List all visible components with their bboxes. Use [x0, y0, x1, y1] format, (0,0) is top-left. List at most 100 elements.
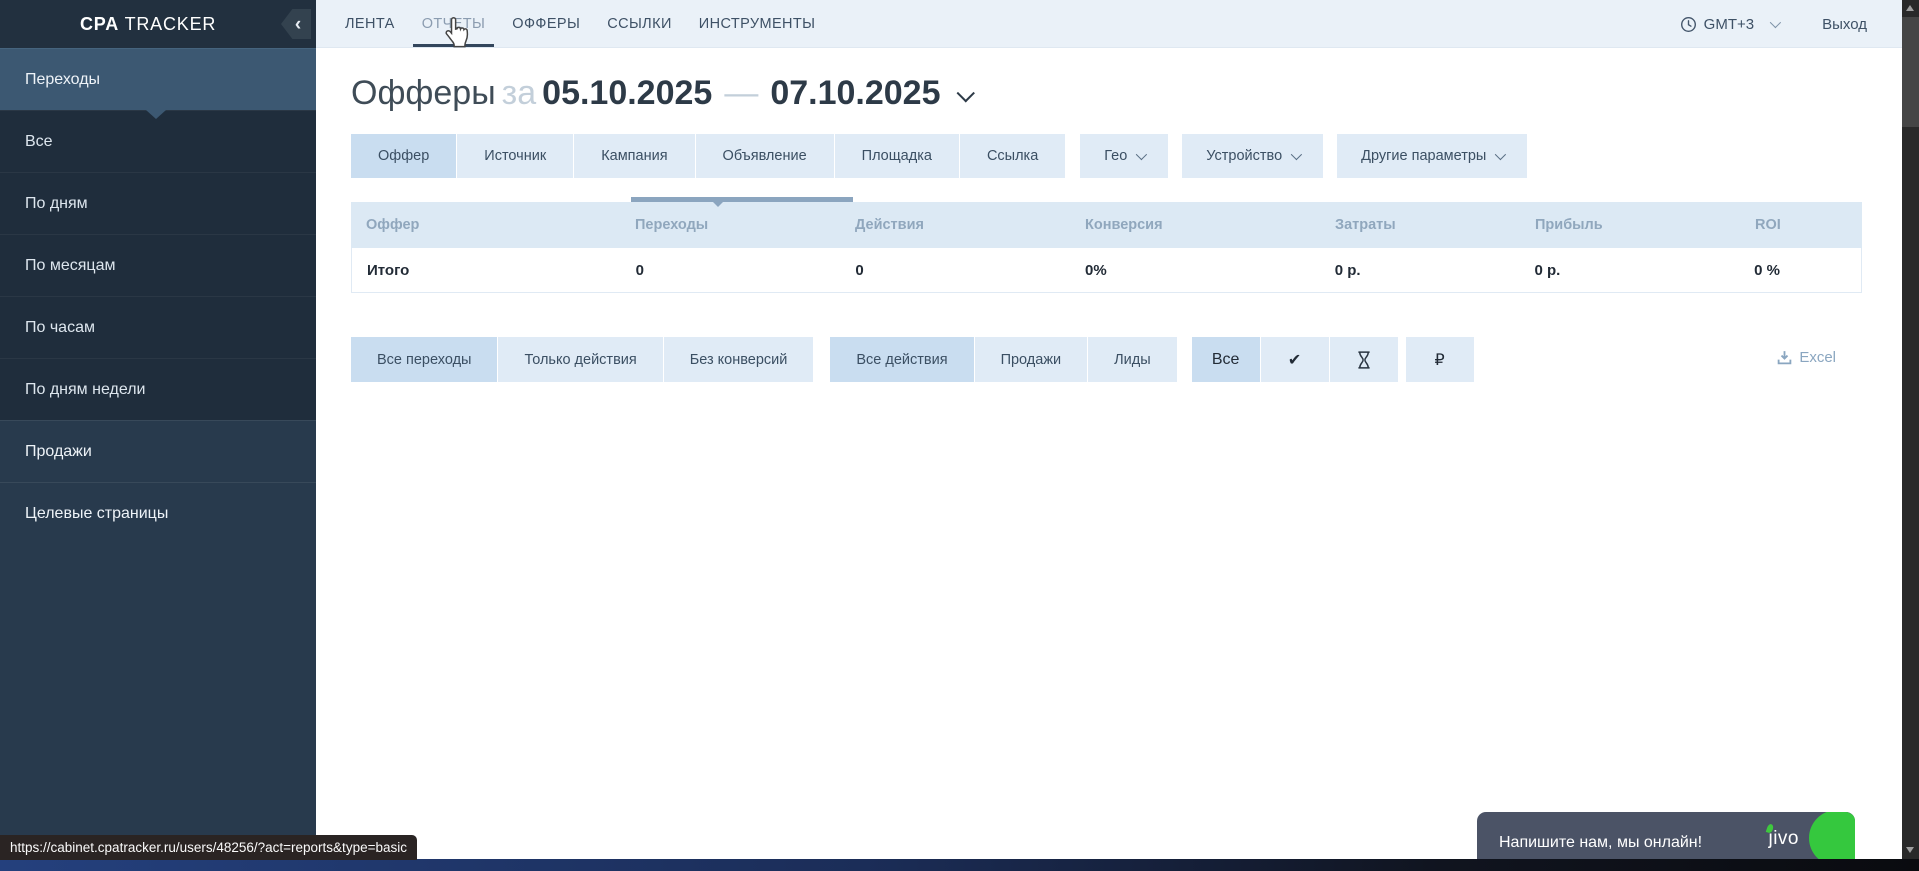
totals-clicks: 0	[621, 262, 841, 279]
column-header-perehody[interactable]: Переходы	[620, 217, 840, 233]
sidebar-item-celevye-stranicy[interactable]: Целевые страницы	[0, 482, 316, 544]
status-url-tooltip: https://cabinet.cpatracker.ru/users/4825…	[0, 835, 417, 860]
filter-currency-ruble[interactable]: ₽	[1406, 337, 1474, 382]
nav-item-lenta[interactable]: ЛЕНТА	[345, 0, 395, 47]
filter-leads[interactable]: Лиды	[1088, 337, 1177, 382]
filter-label: Без конверсий	[690, 352, 788, 368]
date-range-chevron-icon[interactable]	[956, 84, 974, 102]
tab-label: Кампания	[601, 148, 667, 164]
tab-label: Площадка	[862, 148, 932, 164]
dimension-tabs: Оффер Источник Кампания Объявление Площа…	[351, 134, 1527, 178]
tab-ssylka[interactable]: Ссылка	[960, 134, 1066, 178]
vertical-scrollbar[interactable]	[1902, 0, 1919, 871]
column-header-offer[interactable]: Оффер	[351, 217, 620, 233]
timezone-label: GMT+3	[1704, 16, 1754, 33]
sidebar-item-po-dnyam-nedeli[interactable]: По дням недели	[0, 358, 316, 420]
column-header-zatraty[interactable]: Затраты	[1320, 217, 1520, 233]
active-notch	[146, 110, 166, 119]
filter-no-conversions[interactable]: Без конверсий	[664, 337, 814, 382]
sidebar-item-perehody[interactable]: Переходы	[0, 48, 316, 110]
jivo-logo: jivo	[1768, 828, 1799, 850]
sidebar-item-po-dnyam[interactable]: По дням	[0, 172, 316, 234]
sidebar-item-label: Продажи	[25, 443, 92, 460]
nav-item-ssylki[interactable]: ССЫЛКИ	[607, 0, 672, 47]
nav-item-offery[interactable]: ОФФЕРЫ	[512, 0, 580, 47]
scroll-up-arrow[interactable]	[1906, 5, 1914, 11]
sidebar-item-prodazhi[interactable]: Продажи	[0, 420, 316, 482]
totals-row: Итого 0 0 0% 0 р. 0 р. 0 %	[351, 248, 1862, 293]
sidebar-item-vse[interactable]: Все	[0, 110, 316, 172]
filter-all-clicks[interactable]: Все переходы	[351, 337, 498, 382]
totals-label: Итого	[352, 262, 621, 279]
logo-bar: CPA TRACKER ‹	[0, 0, 316, 48]
sidebar-item-po-chasam[interactable]: По часам	[0, 296, 316, 358]
filter-label: Все переходы	[377, 352, 471, 368]
column-header-konversiya[interactable]: Конверсия	[1070, 217, 1320, 233]
totals-actions: 0	[840, 262, 1070, 279]
download-icon	[1777, 350, 1792, 365]
nav-item-label: ОФФЕРЫ	[512, 16, 580, 32]
tab-label: Оффер	[378, 148, 429, 164]
other-params-dropdown[interactable]: Другие параметры	[1337, 134, 1527, 178]
nav-item-label: ЛЕНТА	[345, 16, 395, 32]
filter-sales[interactable]: Продажи	[975, 337, 1089, 382]
sort-indicator[interactable]	[631, 197, 853, 202]
sidebar-item-label: Целевые страницы	[25, 505, 168, 522]
filter-label: Лиды	[1114, 352, 1151, 368]
geo-dropdown[interactable]: Гео	[1080, 134, 1168, 178]
tab-istochnik[interactable]: Источник	[457, 134, 574, 178]
chevron-down-icon	[1770, 17, 1781, 28]
dropdown-label: Другие параметры	[1361, 148, 1486, 164]
logo-primary: CPA	[80, 14, 119, 34]
clock-icon	[1680, 16, 1697, 33]
filter-all-actions[interactable]: Все действия	[830, 337, 974, 382]
totals-conversion: 0%	[1070, 262, 1320, 279]
column-header-roi[interactable]: ROI	[1740, 217, 1862, 233]
chevron-left-icon: ‹	[295, 15, 301, 34]
nav-item-label: ИНСТРУМЕНТЫ	[699, 16, 816, 32]
filter-label: Все действия	[856, 352, 947, 368]
nav-item-instrumenty[interactable]: ИНСТРУМЕНТЫ	[699, 0, 816, 47]
header-right: GMT+3 Выход	[1680, 0, 1867, 48]
sidebar-menu: Переходы Все По дням По месяцам По часам…	[0, 48, 316, 544]
date-to[interactable]: 07.10.2025	[770, 74, 940, 112]
filter-label: Все	[1212, 351, 1240, 369]
filter-only-actions[interactable]: Только действия	[498, 337, 663, 382]
column-header-pribyl[interactable]: Прибыль	[1520, 217, 1740, 233]
scroll-down-arrow[interactable]	[1906, 847, 1914, 853]
app-logo: CPA TRACKER	[80, 14, 216, 35]
sidebar-collapse-button[interactable]: ‹	[281, 9, 311, 39]
tab-ploshchadka[interactable]: Площадка	[835, 134, 960, 178]
status-filter-group: Все ✔	[1192, 337, 1398, 382]
tab-obyavlenie[interactable]: Объявление	[696, 134, 835, 178]
green-leaf-decoration	[1809, 812, 1855, 866]
sidebar-item-po-mesyacam[interactable]: По месяцам	[0, 234, 316, 296]
tab-kampaniya[interactable]: Кампания	[574, 134, 695, 178]
nav-item-otchety[interactable]: ОТЧЕТЫ	[422, 0, 486, 47]
sidebar-item-label: Все	[25, 133, 53, 150]
tab-offer[interactable]: Оффер	[351, 134, 457, 178]
column-header-deystviya[interactable]: Действия	[840, 217, 1070, 233]
hourglass-icon	[1356, 351, 1372, 369]
sidebar-item-label: По часам	[25, 319, 95, 336]
status-url-text: https://cabinet.cpatracker.ru/users/4825…	[10, 840, 407, 855]
report-title: Офферы	[351, 74, 496, 112]
logout-link[interactable]: Выход	[1822, 16, 1867, 33]
date-dash: —	[724, 74, 758, 112]
main-nav: ЛЕНТА ОТЧЕТЫ ОФФЕРЫ ССЫЛКИ ИНСТРУМЕНТЫ	[316, 0, 1902, 47]
sidebar-item-label: По месяцам	[25, 257, 115, 274]
filter-status-all[interactable]: Все	[1192, 337, 1261, 382]
main-content: Офферыза05.10.2025—07.10.2025 Оффер Исто…	[316, 48, 1902, 859]
device-dropdown[interactable]: Устройство	[1182, 134, 1323, 178]
date-from[interactable]: 05.10.2025	[542, 74, 712, 112]
currency-filter-group: ₽	[1406, 337, 1474, 382]
filter-status-pending[interactable]	[1330, 337, 1398, 382]
ruble-icon: ₽	[1435, 350, 1445, 370]
filter-status-approved[interactable]: ✔	[1261, 337, 1330, 382]
timezone-selector[interactable]: GMT+3	[1680, 16, 1778, 33]
tab-label: Объявление	[723, 148, 807, 164]
nav-item-label: ССЫЛКИ	[607, 16, 672, 32]
scroll-thumb[interactable]	[1902, 17, 1919, 127]
excel-export-link[interactable]: Excel	[1777, 349, 1836, 366]
sidebar-item-label: По дням	[25, 195, 88, 212]
